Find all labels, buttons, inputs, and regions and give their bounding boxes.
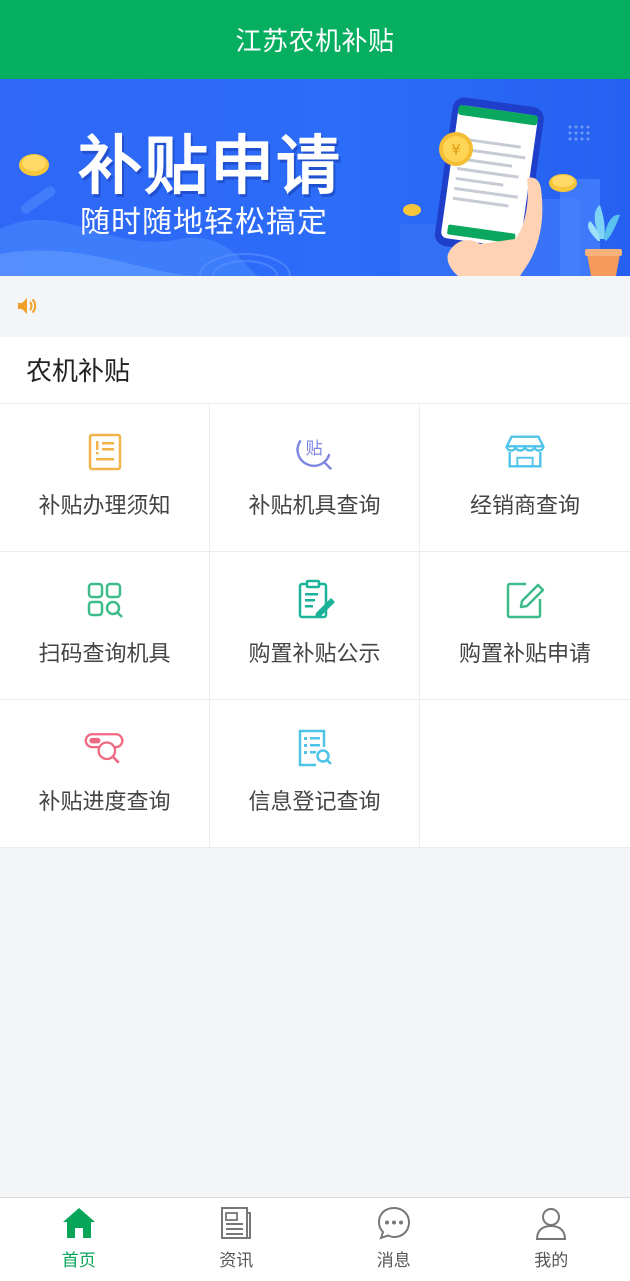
tab-home[interactable]: 首页 [0,1198,158,1281]
grid-item-label: 扫码查询机具 [38,636,170,668]
tab-label: 首页 [62,1246,96,1271]
svg-text:¥: ¥ [451,141,461,159]
grid-item-dealer-query[interactable]: 经销商查询 [420,404,630,552]
promo-banner[interactable]: ¥ 补贴申请 随时随地轻松搞定 [0,79,630,276]
clipboard-edit-icon [293,578,337,622]
grid-empty-cell [420,700,630,848]
page-title: 江苏农机补贴 [235,21,394,58]
edit-square-icon [503,578,547,622]
bottom-tab-bar: 首页 资讯 消息 我的 [0,1197,630,1281]
grid-item-subsidy-guide[interactable]: 补贴办理须知 [0,404,210,552]
notice-bar[interactable] [0,276,630,337]
notice-document-icon [83,430,127,474]
tab-label: 消息 [377,1246,411,1271]
app-header: 江苏农机补贴 [0,0,630,79]
tab-label: 资讯 [219,1246,253,1271]
speaker-icon [16,296,38,320]
tab-label: 我的 [534,1246,568,1271]
tab-profile[interactable]: 我的 [473,1198,630,1281]
banner-subtitle: 随时随地轻松搞定 [80,197,328,241]
home-icon [61,1205,97,1241]
grid-item-label: 补贴机具查询 [248,488,380,520]
user-icon [533,1205,569,1241]
tab-messages[interactable]: 消息 [315,1198,473,1281]
news-icon [218,1205,254,1241]
grid-item-label: 经销商查询 [470,488,580,520]
function-grid: 补贴办理须知 贴 补贴机具查询 [0,404,630,848]
subsidy-search-icon: 贴 [293,430,337,474]
qr-scan-icon [83,578,127,622]
grid-item-label: 购置补贴公示 [248,636,380,668]
message-icon [376,1205,412,1241]
grid-item-label: 信息登记查询 [248,784,380,816]
grid-item-registration-query[interactable]: 信息登记查询 [210,700,420,848]
progress-search-icon [83,726,127,770]
grid-item-progress-query[interactable]: 补贴进度查询 [0,700,210,848]
svg-text:贴: 贴 [305,439,322,459]
grid-item-label: 补贴进度查询 [38,784,170,816]
grid-item-label: 补贴办理须知 [38,488,170,520]
grid-item-subsidy-publicity[interactable]: 购置补贴公示 [210,552,420,700]
grid-item-label: 购置补贴申请 [459,636,591,668]
section-title: 农机补贴 [0,337,630,404]
grid-item-subsidy-apply[interactable]: 购置补贴申请 [420,552,630,700]
banner-title: 补贴申请 [78,115,342,207]
tab-news[interactable]: 资讯 [158,1198,316,1281]
list-search-icon [293,726,337,770]
store-icon [503,430,547,474]
subsidy-section: 农机补贴 补贴办理须知 贴 [0,337,630,848]
grid-item-machine-query[interactable]: 贴 补贴机具查询 [210,404,420,552]
grid-item-scan-query[interactable]: 扫码查询机具 [0,552,210,700]
